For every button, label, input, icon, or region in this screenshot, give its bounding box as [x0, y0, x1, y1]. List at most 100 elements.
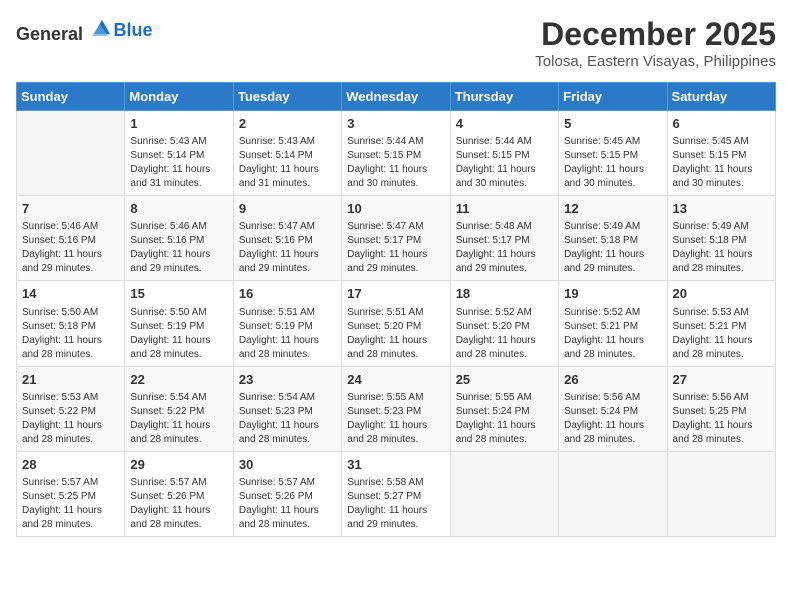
- cell-daylight-info: Sunrise: 5:49 AM Sunset: 5:18 PM Dayligh…: [564, 220, 661, 276]
- day-number: 8: [130, 200, 227, 218]
- calendar-cell: [450, 451, 558, 536]
- weekday-header-thursday: Thursday: [450, 83, 558, 111]
- day-number: 22: [130, 371, 227, 389]
- cell-daylight-info: Sunrise: 5:55 AM Sunset: 5:24 PM Dayligh…: [456, 391, 553, 447]
- weekday-header-sunday: Sunday: [17, 83, 125, 111]
- calendar-cell: 3Sunrise: 5:44 AM Sunset: 5:15 PM Daylig…: [342, 111, 450, 196]
- calendar-cell: [17, 111, 125, 196]
- week-row-3: 14 Sunrise: 5:50 AM Sunset: 5:18 PM Dayli…: [17, 281, 776, 366]
- day-number: 14: [22, 285, 119, 303]
- day-number: 27: [673, 371, 770, 389]
- cell-daylight-info: Sunrise: 5:54 AM Sunset: 5:23 PM Dayligh…: [239, 391, 336, 447]
- logo-general: General: [16, 24, 83, 44]
- calendar-cell: 23 Sunrise: 5:54 AM Sunset: 5:23 PM Dayli…: [233, 366, 341, 451]
- month-title: December 2025: [535, 16, 776, 53]
- calendar-table: SundayMondayTuesdayWednesdayThursdayFrid…: [16, 82, 776, 537]
- calendar-cell: 10Sunrise: 5:47 AM Sunset: 5:17 PM Dayli…: [342, 196, 450, 281]
- day-number: 26: [564, 371, 661, 389]
- day-number: 20: [673, 285, 770, 303]
- page-header: General Blue December 2025 Tolosa, Easte…: [16, 16, 776, 70]
- calendar-cell: 14 Sunrise: 5:50 AM Sunset: 5:18 PM Dayli…: [17, 281, 125, 366]
- weekday-header-monday: Monday: [125, 83, 233, 111]
- day-number: 19: [564, 285, 661, 303]
- calendar-cell: 29Sunrise: 5:57 AM Sunset: 5:26 PM Dayli…: [125, 451, 233, 536]
- day-number: 18: [456, 285, 553, 303]
- calendar-cell: 1 Sunrise: 5:43 AM Sunset: 5:14 PM Daylig…: [125, 111, 233, 196]
- cell-daylight-info: Sunrise: 5:48 AM Sunset: 5:17 PM Dayligh…: [456, 220, 553, 276]
- calendar-cell: 22 Sunrise: 5:54 AM Sunset: 5:22 PM Dayli…: [125, 366, 233, 451]
- logo-icon: [90, 16, 114, 40]
- calendar-cell: 7 Sunrise: 5:46 AM Sunset: 5:16 PM Daylig…: [17, 196, 125, 281]
- cell-daylight-info: Sunrise: 5:56 AM Sunset: 5:25 PM Dayligh…: [673, 391, 770, 447]
- day-number: 4: [456, 115, 553, 133]
- logo: General Blue: [16, 16, 153, 45]
- title-block: December 2025 Tolosa, Eastern Visayas, P…: [535, 16, 776, 70]
- cell-daylight-info: Sunrise: 5:45 AM Sunset: 5:15 PM Dayligh…: [673, 135, 770, 191]
- day-number: 1: [130, 115, 227, 133]
- cell-daylight-info: Sunrise: 5:50 AM Sunset: 5:19 PM Dayligh…: [130, 306, 227, 362]
- weekday-header-tuesday: Tuesday: [233, 83, 341, 111]
- calendar-cell: 12 Sunrise: 5:49 AM Sunset: 5:18 PM Dayli…: [559, 196, 667, 281]
- calendar-cell: 5 Sunrise: 5:45 AM Sunset: 5:15 PM Daylig…: [559, 111, 667, 196]
- day-number: 2: [239, 115, 336, 133]
- calendar-cell: 13 Sunrise: 5:49 AM Sunset: 5:18 PM Dayli…: [667, 196, 775, 281]
- cell-daylight-info: Sunrise: 5:43 AM Sunset: 5:14 PM Dayligh…: [239, 135, 336, 191]
- calendar-cell: 4 Sunrise: 5:44 AM Sunset: 5:15 PM Daylig…: [450, 111, 558, 196]
- day-number: 12: [564, 200, 661, 218]
- cell-daylight-info: Sunrise: 5:58 AM Sunset: 5:27 PM Dayligh…: [347, 476, 444, 532]
- calendar-cell: [667, 451, 775, 536]
- day-number: 31: [347, 456, 444, 474]
- cell-daylight-info: Sunrise: 5:56 AM Sunset: 5:24 PM Dayligh…: [564, 391, 661, 447]
- calendar-cell: [559, 451, 667, 536]
- logo-blue: Blue: [114, 20, 153, 40]
- calendar-cell: 20 Sunrise: 5:53 AM Sunset: 5:21 PM Dayli…: [667, 281, 775, 366]
- cell-daylight-info: Sunrise: 5:55 AM Sunset: 5:23 PM Dayligh…: [347, 391, 444, 447]
- day-number: 28: [22, 456, 119, 474]
- calendar-cell: 24Sunrise: 5:55 AM Sunset: 5:23 PM Dayli…: [342, 366, 450, 451]
- cell-daylight-info: Sunrise: 5:46 AM Sunset: 5:16 PM Dayligh…: [130, 220, 227, 276]
- cell-daylight-info: Sunrise: 5:46 AM Sunset: 5:16 PM Dayligh…: [22, 220, 119, 276]
- cell-daylight-info: Sunrise: 5:44 AM Sunset: 5:15 PM Dayligh…: [456, 135, 553, 191]
- cell-daylight-info: Sunrise: 5:57 AM Sunset: 5:25 PM Dayligh…: [22, 476, 119, 532]
- weekday-header-wednesday: Wednesday: [342, 83, 450, 111]
- day-number: 30: [239, 456, 336, 474]
- day-number: 6: [673, 115, 770, 133]
- cell-daylight-info: Sunrise: 5:57 AM Sunset: 5:26 PM Dayligh…: [130, 476, 227, 532]
- cell-daylight-info: Sunrise: 5:47 AM Sunset: 5:16 PM Dayligh…: [239, 220, 336, 276]
- weekday-header-row: SundayMondayTuesdayWednesdayThursdayFrid…: [17, 83, 776, 111]
- calendar-cell: 9Sunrise: 5:47 AM Sunset: 5:16 PM Daylig…: [233, 196, 341, 281]
- cell-daylight-info: Sunrise: 5:49 AM Sunset: 5:18 PM Dayligh…: [673, 220, 770, 276]
- day-number: 23: [239, 371, 336, 389]
- calendar-cell: 11 Sunrise: 5:48 AM Sunset: 5:17 PM Dayli…: [450, 196, 558, 281]
- calendar-cell: 21 Sunrise: 5:53 AM Sunset: 5:22 PM Dayli…: [17, 366, 125, 451]
- week-row-5: 28 Sunrise: 5:57 AM Sunset: 5:25 PM Dayli…: [17, 451, 776, 536]
- week-row-4: 21 Sunrise: 5:53 AM Sunset: 5:22 PM Dayli…: [17, 366, 776, 451]
- cell-daylight-info: Sunrise: 5:50 AM Sunset: 5:18 PM Dayligh…: [22, 306, 119, 362]
- day-number: 7: [22, 200, 119, 218]
- cell-daylight-info: Sunrise: 5:51 AM Sunset: 5:20 PM Dayligh…: [347, 306, 444, 362]
- day-number: 5: [564, 115, 661, 133]
- calendar-cell: 26 Sunrise: 5:56 AM Sunset: 5:24 PM Dayli…: [559, 366, 667, 451]
- cell-daylight-info: Sunrise: 5:53 AM Sunset: 5:21 PM Dayligh…: [673, 306, 770, 362]
- calendar-cell: 18 Sunrise: 5:52 AM Sunset: 5:20 PM Dayli…: [450, 281, 558, 366]
- day-number: 16: [239, 285, 336, 303]
- cell-daylight-info: Sunrise: 5:45 AM Sunset: 5:15 PM Dayligh…: [564, 135, 661, 191]
- cell-daylight-info: Sunrise: 5:43 AM Sunset: 5:14 PM Dayligh…: [130, 135, 227, 191]
- calendar-cell: 2 Sunrise: 5:43 AM Sunset: 5:14 PM Daylig…: [233, 111, 341, 196]
- cell-daylight-info: Sunrise: 5:52 AM Sunset: 5:20 PM Dayligh…: [456, 306, 553, 362]
- cell-daylight-info: Sunrise: 5:54 AM Sunset: 5:22 PM Dayligh…: [130, 391, 227, 447]
- cell-daylight-info: Sunrise: 5:52 AM Sunset: 5:21 PM Dayligh…: [564, 306, 661, 362]
- cell-daylight-info: Sunrise: 5:53 AM Sunset: 5:22 PM Dayligh…: [22, 391, 119, 447]
- day-number: 13: [673, 200, 770, 218]
- calendar-cell: 16 Sunrise: 5:51 AM Sunset: 5:19 PM Dayli…: [233, 281, 341, 366]
- calendar-cell: 8 Sunrise: 5:46 AM Sunset: 5:16 PM Daylig…: [125, 196, 233, 281]
- calendar-cell: 30 Sunrise: 5:57 AM Sunset: 5:26 PM Dayli…: [233, 451, 341, 536]
- day-number: 3: [347, 115, 444, 133]
- calendar-cell: 28 Sunrise: 5:57 AM Sunset: 5:25 PM Dayli…: [17, 451, 125, 536]
- calendar-cell: 31 Sunrise: 5:58 AM Sunset: 5:27 PM Dayli…: [342, 451, 450, 536]
- cell-daylight-info: Sunrise: 5:57 AM Sunset: 5:26 PM Dayligh…: [239, 476, 336, 532]
- day-number: 11: [456, 200, 553, 218]
- cell-daylight-info: Sunrise: 5:51 AM Sunset: 5:19 PM Dayligh…: [239, 306, 336, 362]
- calendar-cell: 6 Sunrise: 5:45 AM Sunset: 5:15 PM Daylig…: [667, 111, 775, 196]
- day-number: 21: [22, 371, 119, 389]
